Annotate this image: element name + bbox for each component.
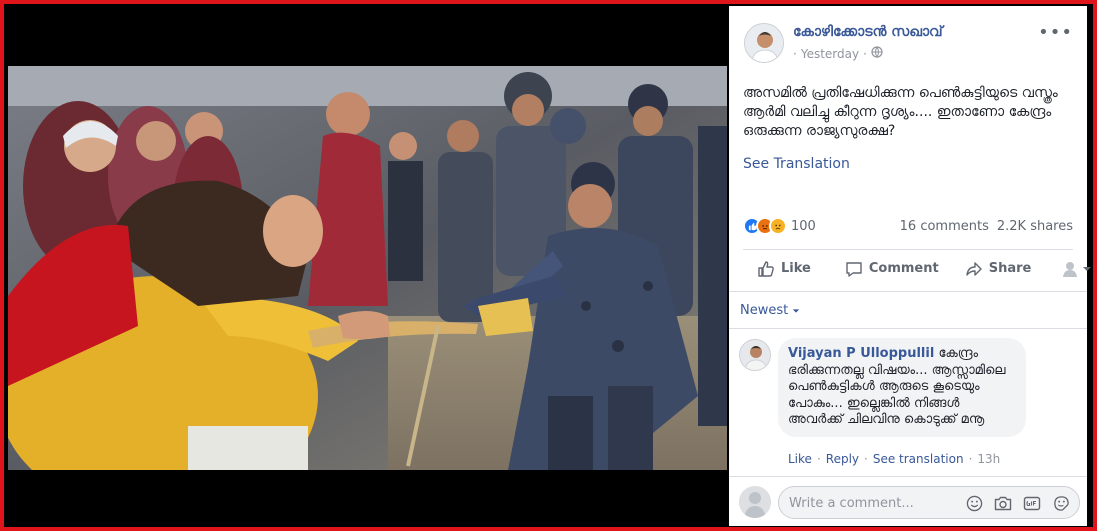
meta-separator: ·: [793, 46, 797, 61]
comments-sort-label: Newest: [740, 303, 789, 318]
comment-bubble: Vijayan P Ulloppullil കേന്ദ്രം ഭരിക്കുന്…: [778, 338, 1026, 437]
more-options-icon[interactable]: •••: [1038, 22, 1073, 43]
divider: [729, 476, 1087, 477]
separator-dot: ·: [816, 452, 821, 466]
sticker-icon[interactable]: [1051, 493, 1071, 513]
comments-sort-dropdown[interactable]: Newest: [740, 303, 800, 318]
comments-count[interactable]: 16 comments: [900, 219, 989, 234]
stats-right: 16 comments 2.2K shares: [900, 219, 1073, 234]
post-photo[interactable]: [8, 66, 727, 470]
commenter-name[interactable]: Vijayan P Ulloppullil: [788, 346, 934, 361]
caret-down-icon: [793, 308, 800, 313]
divider: [729, 291, 1087, 292]
comment-see-translation-link[interactable]: See translation: [873, 452, 964, 466]
share-button[interactable]: Share: [957, 250, 1040, 288]
sad-icon: [769, 217, 787, 235]
like-label: Like: [781, 261, 811, 276]
post-meta: · Yesterday ·: [793, 46, 883, 61]
thumbs-up-icon: [758, 260, 774, 277]
audience-selector[interactable]: [1053, 250, 1097, 288]
separator-dot: ·: [968, 452, 973, 466]
profile-icon: [1063, 261, 1078, 277]
comment-reply-link[interactable]: Reply: [826, 452, 859, 466]
post-timestamp[interactable]: Yesterday: [801, 47, 859, 61]
post-actions: Like Comment Share: [743, 249, 1092, 288]
comment-icon: [846, 261, 862, 277]
globe-icon: [871, 46, 883, 61]
current-user-avatar: [739, 486, 771, 518]
comment-tools: [964, 493, 1071, 513]
post-panel: കോഴിക്കോടൻ സഖാവ് · Yesterday · ••• അസമിൽ…: [729, 6, 1092, 526]
divider: [729, 328, 1087, 329]
share-label: Share: [988, 261, 1032, 276]
chevron-down-icon: [1083, 266, 1092, 271]
reactions-summary[interactable]: 100: [743, 217, 816, 235]
post-text: അസമിൽ പ്രതിഷേധിക്കുന്ന പെൺകുട്ടിയുടെ വസ്…: [743, 85, 1058, 139]
author-name[interactable]: കോഴിക്കോടൻ സഖാവ്: [793, 24, 943, 40]
author-avatar[interactable]: [744, 23, 784, 63]
see-translation-link[interactable]: See Translation: [743, 156, 850, 172]
separator-dot: ·: [864, 452, 868, 466]
gif-icon[interactable]: [1022, 493, 1042, 513]
comment-label: Comment: [868, 261, 939, 276]
photo-viewer: [4, 4, 727, 527]
comment-input[interactable]: [789, 493, 959, 513]
comment-time[interactable]: 13h: [977, 452, 1000, 466]
comment-actions: Like · Reply · See translation · 13h: [788, 452, 1000, 466]
post-header: കോഴിക്കോടൻ സഖാവ് · Yesterday · •••: [729, 6, 1087, 72]
commenter-avatar[interactable]: [739, 339, 771, 371]
meta-separator: ·: [863, 46, 867, 61]
like-button[interactable]: Like: [749, 250, 819, 288]
comment-button[interactable]: Comment: [837, 250, 947, 288]
comment-like-link[interactable]: Like: [788, 452, 812, 466]
write-comment-box[interactable]: [778, 486, 1080, 519]
emoji-icon[interactable]: [964, 493, 984, 513]
reaction-count[interactable]: 100: [791, 219, 816, 234]
post-stats: 100 16 comments 2.2K shares: [743, 217, 1073, 239]
share-icon: [966, 261, 982, 276]
camera-icon[interactable]: [993, 493, 1013, 513]
photo-illustration: [8, 66, 727, 470]
shares-count[interactable]: 2.2K shares: [997, 219, 1073, 234]
